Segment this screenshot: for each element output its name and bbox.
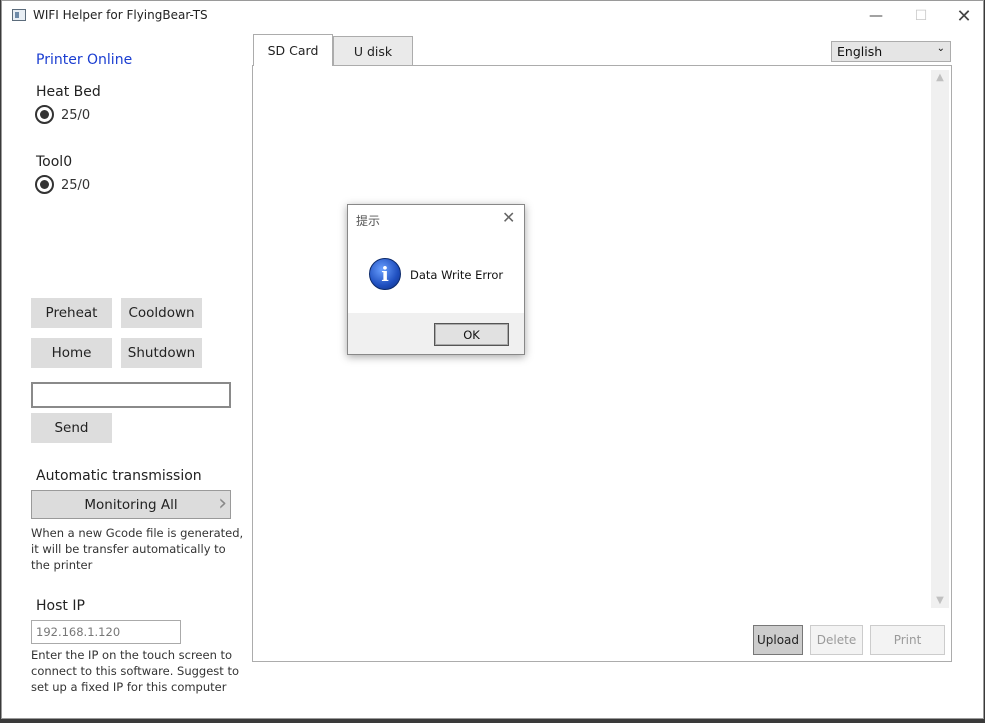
ok-button[interactable]: OK — [434, 323, 509, 346]
description-line: it will be transfer automatically to — [31, 542, 226, 556]
heat-bed-value: 25/0 — [61, 108, 91, 123]
dialog-title: 提示 — [356, 214, 381, 228]
dialog-message: Data Write Error — [410, 268, 504, 282]
preheat-button[interactable]: Preheat — [31, 298, 112, 328]
dialog-close-icon[interactable]: ✕ — [502, 208, 515, 227]
delete-button[interactable]: Delete — [810, 625, 863, 655]
host-ip-input[interactable]: 192.168.1.120 — [31, 620, 181, 644]
cooldown-button[interactable]: Cooldown — [121, 298, 202, 328]
chevron-down-icon: ⌄ — [936, 43, 945, 54]
maximize-button[interactable]: ☐ — [898, 1, 944, 31]
monitoring-all-button[interactable]: Monitoring All › — [31, 490, 231, 519]
upload-button[interactable]: Upload — [753, 625, 803, 655]
language-value: English — [837, 44, 883, 59]
close-button[interactable]: ✕ — [941, 1, 985, 31]
tool0-label: Tool0 — [36, 154, 73, 170]
auto-transmission-label: Automatic transmission — [36, 468, 202, 484]
host-ip-description: Enter the IP on the touch screen to conn… — [31, 647, 239, 695]
description-line: Enter the IP on the touch screen to — [31, 648, 233, 662]
app-icon — [12, 9, 26, 21]
print-button[interactable]: Print — [870, 625, 945, 655]
info-icon: i — [369, 258, 401, 290]
file-list-panel — [252, 65, 952, 662]
message-dialog: 提示 ✕ i Data Write Error OK — [347, 204, 525, 355]
heat-bed-label: Heat Bed — [36, 84, 101, 100]
send-button[interactable]: Send — [31, 413, 112, 443]
shutdown-button[interactable]: Shutdown — [121, 338, 202, 368]
chevron-right-icon: › — [218, 491, 227, 516]
description-line: When a new Gcode file is generated, — [31, 526, 244, 540]
scroll-up-icon[interactable]: ▲ — [931, 72, 949, 83]
description-line: connect to this software. Suggest to — [31, 664, 239, 678]
description-line: the printer — [31, 558, 93, 572]
tab-u-disk[interactable]: U disk — [333, 36, 413, 66]
monitoring-all-label: Monitoring All — [84, 496, 178, 513]
auto-transmission-description: When a new Gcode file is generated, it w… — [31, 525, 243, 573]
minimize-button[interactable]: — — [853, 1, 899, 31]
tool0-value: 25/0 — [61, 178, 91, 193]
printer-status: Printer Online — [36, 52, 133, 68]
home-button[interactable]: Home — [31, 338, 112, 368]
tab-sd-card[interactable]: SD Card — [253, 34, 333, 66]
command-input[interactable] — [31, 382, 231, 408]
language-select[interactable]: English ⌄ — [831, 41, 951, 62]
description-line: set up a fixed IP for this computer — [31, 680, 227, 694]
window-title: WIFI Helper for FlyingBear-TS — [33, 8, 208, 22]
scroll-down-icon[interactable]: ▼ — [931, 595, 949, 606]
tool0-radio[interactable] — [35, 175, 54, 194]
heat-bed-radio[interactable] — [35, 105, 54, 124]
file-list-scrollbar[interactable]: ▲ ▼ — [931, 70, 949, 608]
title-bar: WIFI Helper for FlyingBear-TS — ☐ ✕ — [2, 1, 983, 31]
host-ip-label: Host IP — [36, 598, 85, 614]
dialog-footer: OK — [348, 313, 524, 354]
